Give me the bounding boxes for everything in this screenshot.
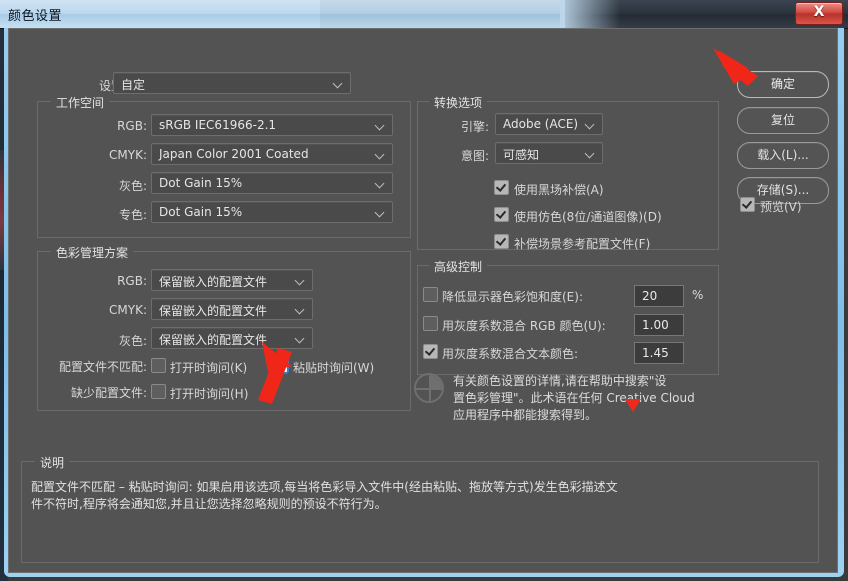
ws-rgb-combo[interactable]: sRGB IEC61966-2.1 xyxy=(151,114,393,136)
reset-button[interactable]: 复位 xyxy=(737,107,829,134)
desaturate-monitor-label: 降低显示器色彩饱和度(E): xyxy=(442,290,583,304)
scene-referred-profiles-checkbox[interactable] xyxy=(494,234,509,249)
policy-cmyk-combo[interactable]: 保留嵌入的配置文件 xyxy=(151,298,313,320)
blend-rgb-gamma-checkbox[interactable] xyxy=(423,316,438,331)
blend-rgb-gamma-label: 用灰度系数混合 RGB 颜色(U): xyxy=(442,319,606,333)
chevron-down-icon xyxy=(586,150,595,156)
mismatch-ask-paste-checkbox[interactable] xyxy=(273,358,288,373)
policy-gray-value: 保留嵌入的配置文件 xyxy=(159,333,268,347)
intent-value: 可感知 xyxy=(503,148,540,162)
black-point-compensation-label: 使用黑场补偿(A) xyxy=(514,183,604,197)
ws-spot-label: 专色: xyxy=(118,208,147,222)
blend-text-gamma-value: 1.45 xyxy=(642,346,669,360)
ws-gray-value: Dot Gain 15% xyxy=(159,176,243,190)
working-spaces-title: 工作空间 xyxy=(51,94,110,111)
ws-rgb-value: sRGB IEC61966-2.1 xyxy=(159,118,277,132)
settings-combo[interactable]: 自定 xyxy=(113,72,351,94)
color-settings-dialog: 设置: 自定 工作空间 RGB: sRGB IEC61966-2.1 CMYK:… xyxy=(8,28,838,573)
intent-label: 意图: xyxy=(460,149,489,163)
engine-label: 引擎: xyxy=(460,120,489,134)
ws-gray-label: 灰色: xyxy=(118,179,147,193)
use-dither-label: 使用仿色(8位/通道图像)(D) xyxy=(514,210,662,224)
settings-combo-value: 自定 xyxy=(121,78,146,92)
help-note-line2: 置色彩管理"。此术语在任何 Creative Cloud xyxy=(453,391,695,405)
ws-cmyk-value: Japan Color 2001 Coated xyxy=(159,147,309,161)
policy-rgb-label: RGB: xyxy=(117,274,147,288)
chevron-down-icon xyxy=(296,277,305,283)
policy-rgb-value: 保留嵌入的配置文件 xyxy=(159,275,268,289)
load-button[interactable]: 载入(L)... xyxy=(737,142,829,169)
chevron-down-icon xyxy=(376,209,385,215)
ws-spot-value: Dot Gain 15% xyxy=(159,205,243,219)
policy-gray-label: 灰色: xyxy=(118,334,147,348)
scene-referred-profiles-label: 补偿场景参考配置文件(F) xyxy=(514,237,651,251)
help-note-line3: 应用程序中都能搜索得到。 xyxy=(453,408,598,422)
desaturate-monitor-checkbox[interactable] xyxy=(423,287,438,302)
ws-cmyk-combo[interactable]: Japan Color 2001 Coated xyxy=(151,143,393,165)
ok-button[interactable]: 确定 xyxy=(737,71,829,98)
close-icon: X xyxy=(813,4,825,20)
window-title: 颜色设置 xyxy=(8,9,63,24)
missing-profile-label: 缺少配置文件: xyxy=(70,386,147,400)
description-title: 说明 xyxy=(35,454,70,471)
ws-gray-combo[interactable]: Dot Gain 15% xyxy=(151,172,393,194)
color-wheel-icon xyxy=(414,373,444,403)
missing-ask-open-label: 打开时询问(H) xyxy=(170,387,249,401)
chevron-down-icon xyxy=(586,121,595,127)
chevron-down-icon xyxy=(334,80,343,86)
use-dither-checkbox[interactable] xyxy=(494,207,509,222)
preview-checkbox[interactable] xyxy=(740,197,755,212)
blend-rgb-gamma-value: 1.00 xyxy=(642,318,669,332)
chevron-down-icon xyxy=(376,180,385,186)
engine-value: Adobe (ACE) xyxy=(503,117,579,131)
chevron-down-icon xyxy=(296,335,305,341)
title-bar-glass-right xyxy=(320,0,565,28)
mismatch-ask-paste-label: 粘贴时询问(W) xyxy=(293,361,375,375)
blend-text-gamma-field[interactable]: 1.45 xyxy=(634,342,684,364)
description-line2: 件不符时,程序将会通知您,并且让您选择忽略规则的预设不符行为。 xyxy=(31,497,387,511)
mismatch-ask-open-label: 打开时询问(K) xyxy=(170,361,248,375)
desaturate-monitor-value: 20 xyxy=(642,289,658,303)
policy-cmyk-label: CMYK: xyxy=(109,303,147,317)
ws-rgb-label: RGB: xyxy=(117,119,147,133)
preview-label: 预览(V) xyxy=(760,200,802,214)
ws-spot-combo[interactable]: Dot Gain 15% xyxy=(151,201,393,223)
desaturate-monitor-unit: % xyxy=(692,288,704,302)
policies-title: 色彩管理方案 xyxy=(51,244,134,261)
desaturate-monitor-field[interactable]: 20 xyxy=(634,285,684,307)
screen: 颜色设置 X 设置: 自定 工作空间 RGB: sRGB IEC61966-2.… xyxy=(0,0,848,581)
title-bar: 颜色设置 X xyxy=(0,0,848,29)
policy-cmyk-value: 保留嵌入的配置文件 xyxy=(159,304,268,318)
close-button[interactable]: X xyxy=(795,2,843,25)
ws-cmyk-label: CMYK: xyxy=(109,148,147,162)
description-line1: 配置文件不匹配 – 粘贴时询问: 如果启用该选项,每当将色彩导入文件中(经由粘贴… xyxy=(31,480,618,494)
missing-ask-open-checkbox[interactable] xyxy=(151,384,166,399)
engine-combo[interactable]: Adobe (ACE) xyxy=(495,113,603,135)
advanced-controls-title: 高级控制 xyxy=(429,258,488,275)
mismatch-ask-open-checkbox[interactable] xyxy=(151,358,166,373)
blend-rgb-gamma-field[interactable]: 1.00 xyxy=(634,314,684,336)
blend-text-gamma-checkbox[interactable] xyxy=(423,344,438,359)
help-note-line1: 有关颜色设置的详情,请在帮助中搜索"设 xyxy=(453,374,667,388)
policy-gray-combo[interactable]: 保留嵌入的配置文件 xyxy=(151,327,313,349)
conversion-options-title: 转换选项 xyxy=(429,94,488,111)
blend-text-gamma-label: 用灰度系数混合文本颜色: xyxy=(442,347,579,361)
chevron-down-icon xyxy=(296,306,305,312)
title-bar-fade xyxy=(560,0,620,28)
chevron-down-icon xyxy=(376,122,385,128)
intent-combo[interactable]: 可感知 xyxy=(495,142,603,164)
profile-mismatch-label: 配置文件不匹配: xyxy=(58,360,147,374)
black-point-compensation-checkbox[interactable] xyxy=(494,180,509,195)
chevron-down-icon xyxy=(376,151,385,157)
policy-rgb-combo[interactable]: 保留嵌入的配置文件 xyxy=(151,269,313,291)
